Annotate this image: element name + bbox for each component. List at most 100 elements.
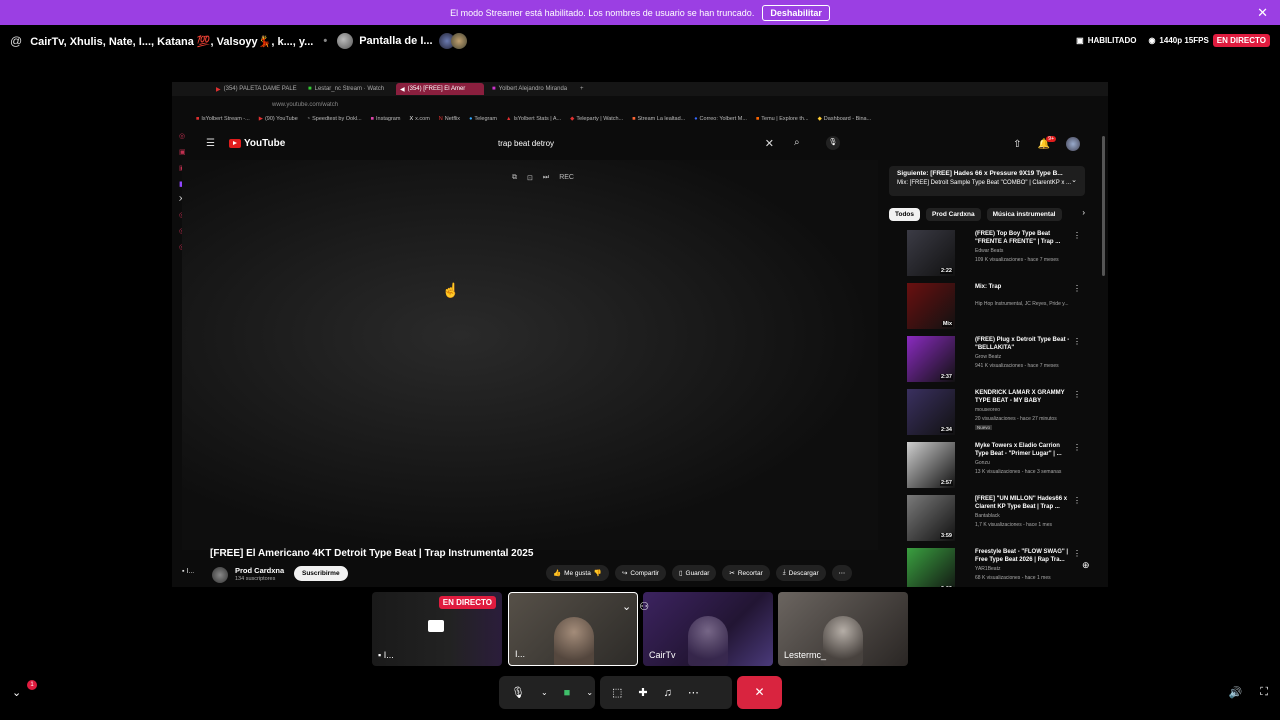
- scrollbar[interactable]: [1102, 136, 1105, 276]
- live-badge: EN DIRECTO: [438, 596, 496, 609]
- recommendation-item[interactable]: 2:34 KENDRICK LAMAR X GRAMMY TYPE BEAT - …: [889, 389, 1085, 439]
- bookmark[interactable]: ◆ Dashboard - Bina...: [818, 116, 872, 128]
- soundboard-icon[interactable]: ♫: [664, 687, 672, 699]
- close-icon[interactable]: ✕: [1257, 5, 1268, 21]
- youtube-logo[interactable]: YouTube: [229, 138, 285, 149]
- chevron-down-icon[interactable]: ⌄: [586, 688, 593, 697]
- chevron-down-icon[interactable]: ⌄: [12, 686, 21, 699]
- bookmark[interactable]: ◔ Speedtest by Ookl...: [307, 116, 362, 128]
- search-input[interactable]: trap beat detroy ✕: [492, 136, 782, 152]
- download-button[interactable]: ⤓ Descargar: [775, 565, 826, 581]
- video-thumbnail[interactable]: 2:37: [907, 336, 955, 382]
- sidebar-icon[interactable]: ▣: [179, 148, 187, 156]
- bookmark[interactable]: ■ Stream La lealtad...: [632, 116, 685, 128]
- skip-icon[interactable]: ⏭: [543, 174, 549, 182]
- chip-instrumental[interactable]: Música instrumental: [986, 208, 1062, 221]
- recommendation-item[interactable]: Mix Mix: Trap Hip Hop Instrumental, JC Rey…: [889, 283, 1085, 333]
- chevron-down-icon[interactable]: ⌄: [1071, 176, 1077, 184]
- video-thumbnail[interactable]: 9:06: [907, 548, 955, 587]
- bookmark[interactable]: ■ Instagram: [371, 116, 401, 128]
- zoom-icon[interactable]: ⊕: [1082, 560, 1090, 571]
- camera-icon[interactable]: ■: [564, 687, 571, 699]
- browser-tab[interactable]: ▶ (354) PALETA DAME PALE: [212, 83, 300, 95]
- up-next-card[interactable]: Siguiente: [FREE] Hades 66 x Pressure 9X…: [889, 166, 1085, 196]
- menu-icon[interactable]: ☰: [206, 138, 215, 149]
- recommendation-item[interactable]: 2:37 (FREE) Plug x Detroit Type Beat - "B…: [889, 336, 1085, 386]
- browser-tab-active[interactable]: ◀ (354) [FREE] El Amer: [396, 83, 484, 95]
- upload-icon[interactable]: ⇧: [1013, 139, 1021, 150]
- clear-icon[interactable]: ✕: [765, 137, 774, 150]
- popout-icon[interactable]: ⊡: [527, 174, 533, 182]
- disable-streamer-button[interactable]: Deshabilitar: [762, 4, 830, 21]
- volume-icon[interactable]: 🔊: [1229, 686, 1243, 699]
- mic-icon[interactable]: 🎙: [826, 136, 840, 150]
- clip-button[interactable]: ✂ Recortar: [722, 565, 770, 581]
- more-icon[interactable]: ⋮: [1073, 390, 1081, 399]
- more-icon[interactable]: ⋮: [1073, 337, 1081, 346]
- video-thumbnail[interactable]: 2:34: [907, 389, 955, 435]
- bookmark[interactable]: Xx.com: [409, 116, 429, 128]
- sidebar-icon[interactable]: ◎: [179, 132, 187, 140]
- share-button[interactable]: ↪ Compartir: [614, 565, 666, 581]
- bookmark[interactable]: ■ Temu | Explore th...: [756, 116, 809, 128]
- video-thumbnail[interactable]: 2:22: [907, 230, 955, 276]
- recommendation-item[interactable]: 3:59 [FREE] "UN MILLON" Hades66 x Clarent…: [889, 495, 1085, 545]
- bookmark[interactable]: N Netflix: [439, 116, 460, 128]
- more-button[interactable]: ⋯: [831, 565, 853, 581]
- bell-icon[interactable]: 🔔 9+: [1038, 135, 1056, 150]
- end-call-button[interactable]: ✕: [737, 676, 782, 709]
- avatar[interactable]: [1066, 137, 1080, 151]
- more-icon[interactable]: ⋮: [1073, 231, 1081, 240]
- participant-tile-screen[interactable]: EN DIRECTO ▪ I...: [372, 592, 502, 666]
- bookmark[interactable]: ● Correo: Yolbert M...: [694, 116, 747, 128]
- new-tab-icon[interactable]: +: [580, 86, 584, 92]
- video-thumbnail[interactable]: 2:57: [907, 442, 955, 488]
- participant-tile[interactable]: CairTv: [643, 592, 773, 666]
- shared-screen[interactable]: ▶ (354) PALETA DAME PALE ■ Lestar_nc Strea…: [172, 82, 1108, 587]
- more-icon[interactable]: ⋮: [1073, 443, 1081, 452]
- browser-tab[interactable]: ■ Lestar_nc Stream · Watch: [304, 83, 392, 95]
- chevron-down-icon[interactable]: ⌄: [541, 688, 548, 697]
- more-icon[interactable]: ⋮: [1073, 549, 1081, 558]
- video-thumbnail[interactable]: 3:59: [907, 495, 955, 541]
- streamer-mode-indicator[interactable]: ▣ HABILITADO: [1076, 36, 1136, 45]
- search-icon[interactable]: ⌕: [794, 137, 800, 148]
- more-icon[interactable]: ⋯: [688, 686, 699, 699]
- fullscreen-icon[interactable]: ⛶: [1260, 686, 1268, 699]
- participant-tile[interactable]: Lestermc_: [778, 592, 908, 666]
- like-button[interactable]: 👍 Me gusta 👎: [546, 565, 609, 581]
- address-bar[interactable]: www.youtube.com/watch: [172, 98, 1108, 112]
- recommendation-item[interactable]: 2:22 (FREE) Top Boy Type Beat "FRENTE A F…: [889, 230, 1085, 280]
- add-participant-icon[interactable]: ⚇: [639, 600, 649, 613]
- save-button[interactable]: ▯ Guardar: [671, 565, 717, 581]
- chevron-down-icon[interactable]: ⌄: [622, 600, 631, 613]
- thumbs-down-icon[interactable]: 👎: [594, 569, 602, 577]
- bookmark[interactable]: ▲ IsYolbert Stats | A...: [506, 116, 561, 128]
- pip-icon[interactable]: ⧉: [512, 174, 517, 182]
- bookmark[interactable]: ● Telegram: [469, 116, 497, 128]
- filter-chips: Todos Prod Cardxna Música instrumental ›: [889, 208, 1085, 221]
- microphone-icon[interactable]: 🎙: [511, 686, 525, 699]
- more-icon[interactable]: ⋮: [1073, 496, 1081, 505]
- bookmark[interactable]: ◆ Teleparty | Watch...: [570, 116, 623, 128]
- bookmark[interactable]: ■ IsYolbert Stream -...: [196, 116, 250, 128]
- bookmark[interactable]: ▶ (90) YouTube: [259, 116, 298, 128]
- video-player[interactable]: [182, 160, 878, 550]
- activities-icon[interactable]: ✚: [638, 686, 647, 699]
- more-icon[interactable]: ⋮: [1073, 284, 1081, 293]
- tile-label: ▪ I...: [378, 650, 394, 660]
- browser-tab[interactable]: ■ Yolbert Alejandro Miranda: [488, 83, 576, 95]
- record-label[interactable]: REC: [559, 174, 574, 182]
- video-thumbnail[interactable]: Mix: [907, 283, 955, 329]
- screen-share-icon[interactable]: ⬚: [612, 686, 622, 699]
- avatar[interactable]: [212, 567, 228, 583]
- recommendation-item[interactable]: 2:57 Myke Towers x Eladio Carrion Type Be…: [889, 442, 1085, 492]
- subscribe-button[interactable]: Suscribirme: [294, 566, 348, 581]
- chip-all[interactable]: Todos: [889, 208, 921, 221]
- chevron-right-icon[interactable]: ›: [1082, 208, 1085, 221]
- channel-name[interactable]: Prod Cardxna: [235, 566, 284, 575]
- chip-channel[interactable]: Prod Cardxna: [926, 208, 981, 221]
- participant-tile[interactable]: I...: [508, 592, 638, 666]
- stream-quality[interactable]: ◉ 1440p 15FPS EN DIRECTO: [1148, 34, 1270, 47]
- recommendation-item[interactable]: 9:06 Freestyle Beat - "FLOW SWAG" | Free …: [889, 548, 1085, 587]
